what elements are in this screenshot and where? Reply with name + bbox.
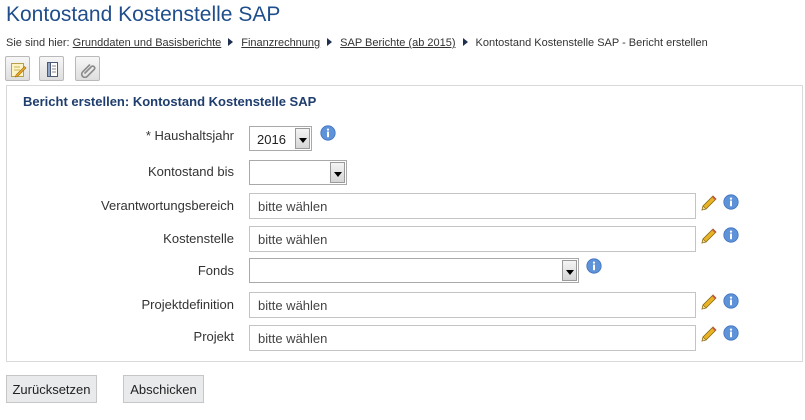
breadcrumb-arrow-icon: [327, 38, 333, 46]
info-icon[interactable]: [586, 258, 602, 274]
breadcrumb-prefix: Sie sind hier:: [6, 37, 70, 49]
info-icon[interactable]: [723, 227, 739, 243]
projekt-label: Projekt: [193, 329, 234, 344]
info-icon[interactable]: [723, 325, 739, 341]
verantwortungsbereich-label: Verantwortungsbereich: [101, 198, 234, 213]
breadcrumb-link-finanzrechnung[interactable]: Finanzrechnung: [241, 37, 320, 49]
pencil-icon[interactable]: [700, 293, 718, 311]
pencil-icon[interactable]: [700, 227, 718, 245]
pencil-icon[interactable]: [700, 325, 718, 343]
projektdefinition-label: Projektdefinition: [141, 297, 235, 312]
reset-button[interactable]: Zurücksetzen: [6, 375, 97, 403]
verantwortungsbereich-input[interactable]: [249, 193, 696, 219]
breadcrumb-arrow-icon: [462, 38, 468, 46]
kontostand-bis-label: Kontostand bis: [147, 164, 234, 179]
haushaltsjahr-select[interactable]: 2016: [249, 126, 312, 151]
submit-button[interactable]: Abschicken: [123, 375, 204, 403]
fonds-label: Fonds: [197, 263, 234, 278]
document-button[interactable]: [39, 56, 64, 81]
info-icon[interactable]: [723, 293, 739, 309]
attachment-button[interactable]: [75, 56, 100, 81]
kostenstelle-input[interactable]: [249, 226, 696, 252]
breadcrumb-link-sap-berichte[interactable]: SAP Berichte (ab 2015): [340, 37, 455, 49]
breadcrumb-arrow-icon: [228, 38, 234, 46]
chevron-down-icon[interactable]: [295, 128, 310, 149]
breadcrumb: Sie sind hier: Grunddaten und Basisberic…: [6, 37, 708, 49]
info-icon[interactable]: [723, 194, 739, 210]
edit-icon: [11, 63, 27, 78]
projektdefinition-input[interactable]: [249, 292, 696, 318]
fonds-select[interactable]: [249, 258, 579, 283]
attachment-icon: [80, 64, 96, 78]
kostenstelle-label: Kostenstelle: [163, 231, 234, 246]
edit-button[interactable]: [5, 56, 30, 81]
page-title: Kontostand Kostenstelle SAP: [6, 3, 281, 26]
report-form-panel: Bericht erstellen: Kontostand Kostenstel…: [6, 85, 803, 362]
chevron-down-icon[interactable]: [562, 260, 577, 281]
chevron-down-icon[interactable]: [330, 162, 345, 183]
form-heading: Bericht erstellen: Kontostand Kostenstel…: [23, 94, 317, 109]
kontostand-bis-select[interactable]: [249, 160, 347, 185]
document-icon: [47, 62, 58, 77]
breadcrumb-link-grunddaten[interactable]: Grunddaten und Basisberichte: [73, 37, 222, 49]
breadcrumb-current: Kontostand Kostenstelle SAP - Bericht er…: [475, 37, 708, 49]
haushaltsjahr-label: * Haushaltsjahr: [145, 128, 234, 143]
pencil-icon[interactable]: [700, 194, 718, 212]
info-icon[interactable]: [320, 125, 336, 141]
haushaltsjahr-value: 2016: [257, 132, 286, 147]
projekt-input[interactable]: [249, 325, 696, 351]
